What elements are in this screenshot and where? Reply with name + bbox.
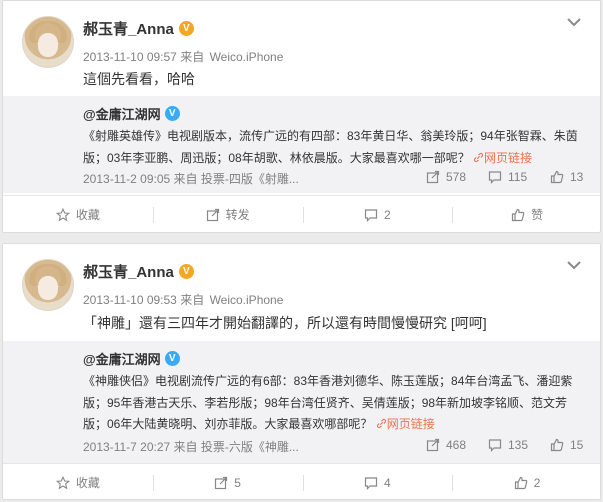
web-link-label: 网页链接: [386, 417, 435, 431]
repost-meta[interactable]: 2013-11-2 09:05 来自 投票-四版《射雕...: [83, 170, 299, 187]
post-timestamp[interactable]: 2013-11-10 09:53: [83, 293, 177, 307]
repost-count[interactable]: 578: [426, 170, 466, 184]
weibo-post-card: 郝玉青_Anna V 2013-11-10 09:53 来自 Weico.iPh…: [2, 243, 601, 500]
like-label: 2: [533, 475, 541, 490]
repost-text: 《射雕英雄传》电视剧版本，流传广远的有四部：83年黄日华、翁美玲版；94年张智霖…: [83, 126, 588, 169]
repost-username-link[interactable]: @金庸江湖网: [83, 104, 161, 123]
source-prefix: 来自: [180, 293, 205, 307]
comment-icon: [488, 439, 502, 452]
thumbs-up-icon: [514, 476, 528, 489]
repost-button[interactable]: 转发: [152, 196, 303, 232]
post-author: 郝玉青_Anna V: [83, 261, 194, 282]
post-text: 「神雕」還有三四年才開始翻譯的，所以還有時間慢慢研究 [呵呵]: [83, 315, 487, 331]
comment-icon: [364, 208, 378, 222]
username-link[interactable]: 郝玉青_Anna: [83, 261, 174, 282]
repost-icon: [426, 170, 440, 184]
comment-count-value: 115: [508, 170, 528, 184]
like-count-value: 15: [570, 438, 584, 452]
post-source[interactable]: Weico.iPhone: [210, 50, 284, 64]
like-count[interactable]: 15: [550, 438, 583, 452]
comment-button[interactable]: 4: [302, 464, 453, 499]
chevron-down-icon[interactable]: [566, 258, 582, 272]
repost-author: @金庸江湖网 V: [83, 349, 180, 368]
verified-badge-icon[interactable]: V: [178, 264, 194, 279]
source-prefix: 来自: [180, 50, 205, 64]
like-count[interactable]: 13: [550, 170, 583, 184]
link-icon: [376, 418, 386, 429]
post-author: 郝玉青_Anna V: [83, 18, 194, 39]
verified-badge-icon[interactable]: V: [178, 21, 194, 36]
comment-count[interactable]: 135: [488, 438, 528, 452]
repost-count-value: 578: [446, 170, 467, 184]
avatar[interactable]: [22, 259, 74, 311]
post-source[interactable]: Weico.iPhone: [210, 293, 284, 307]
star-icon: [55, 475, 70, 489]
thumbs-up-icon: [512, 208, 525, 221]
avatar-face: [38, 276, 58, 300]
comment-icon: [488, 171, 502, 184]
repost-count-value: 468: [446, 438, 467, 452]
favorite-button[interactable]: 收藏: [3, 196, 153, 232]
comment-button[interactable]: 2: [302, 196, 453, 232]
web-link[interactable]: 网页链接: [473, 151, 532, 165]
verified-blue-icon: V: [164, 106, 180, 121]
username-link[interactable]: 郝玉青_Anna: [83, 18, 174, 39]
repost-meta[interactable]: 2013-11-7 20:27 来自 投票-六版《神雕...: [83, 438, 299, 455]
repost-author: @金庸江湖网 V: [83, 104, 180, 123]
favorite-label: 收藏: [75, 208, 100, 222]
weibo-post-card: 郝玉青_Anna V 2013-11-10 09:57 来自 Weico.iPh…: [2, 0, 601, 233]
post-timestamp[interactable]: 2013-11-10 09:57: [83, 50, 177, 64]
star-icon: [55, 207, 70, 221]
post-meta: 2013-11-10 09:53 来自 Weico.iPhone: [83, 291, 283, 308]
repost-count[interactable]: 468: [426, 438, 466, 452]
repost-label: 5: [234, 475, 241, 490]
post-actions-bar: 收藏 5 4 2: [3, 463, 600, 499]
chevron-down-icon[interactable]: [566, 15, 582, 29]
repost-icon: [215, 476, 228, 489]
avatar[interactable]: [22, 16, 74, 68]
repost-button[interactable]: 5: [152, 464, 303, 499]
comment-icon: [364, 476, 378, 490]
web-link-label: 网页链接: [484, 150, 533, 165]
repost-body: 《神雕侠侣》电视剧流传广远的有6部：83年香港刘德华、陈玉莲版；84年台湾孟飞、…: [83, 374, 573, 431]
link-icon: [474, 152, 484, 162]
thumbs-up-icon: [550, 438, 564, 452]
like-count-value: 13: [570, 170, 584, 184]
repost-box[interactable]: @金庸江湖网 V 《射雕英雄传》电视剧版本，流传广远的有四部：83年黄日华、翁美…: [3, 96, 600, 193]
verified-blue-icon: V: [164, 351, 180, 366]
like-button[interactable]: 赞: [452, 196, 600, 232]
repost-label: 转发: [225, 208, 250, 222]
repost-icon: [426, 438, 440, 452]
favorite-label: 收藏: [75, 476, 100, 490]
repost-box[interactable]: @金庸江湖网 V 《神雕侠侣》电视剧流传广远的有6部：83年香港刘德华、陈玉莲版…: [3, 341, 600, 464]
web-link[interactable]: 网页链接: [376, 417, 435, 431]
avatar-face: [38, 33, 58, 57]
comment-count-value: 135: [508, 438, 529, 452]
comment-label: 4: [384, 475, 391, 490]
favorite-button[interactable]: 收藏: [3, 464, 153, 499]
comment-label: 2: [384, 207, 391, 222]
post-meta: 2013-11-10 09:57 来自 Weico.iPhone: [83, 48, 283, 65]
post-text: 這個先看看，哈哈: [83, 71, 195, 87]
repost-text: 《神雕侠侣》电视剧流传广远的有6部：83年香港刘德华、陈玉莲版；84年台湾孟飞、…: [83, 371, 588, 436]
comment-count[interactable]: 115: [488, 170, 527, 184]
repost-icon: [206, 208, 219, 221]
post-actions-bar: 收藏 转发 2 赞: [3, 195, 600, 232]
repost-username-link[interactable]: @金庸江湖网: [83, 349, 161, 368]
thumbs-up-icon: [550, 170, 564, 184]
like-label: 赞: [531, 208, 544, 222]
like-button[interactable]: 2: [452, 464, 600, 499]
